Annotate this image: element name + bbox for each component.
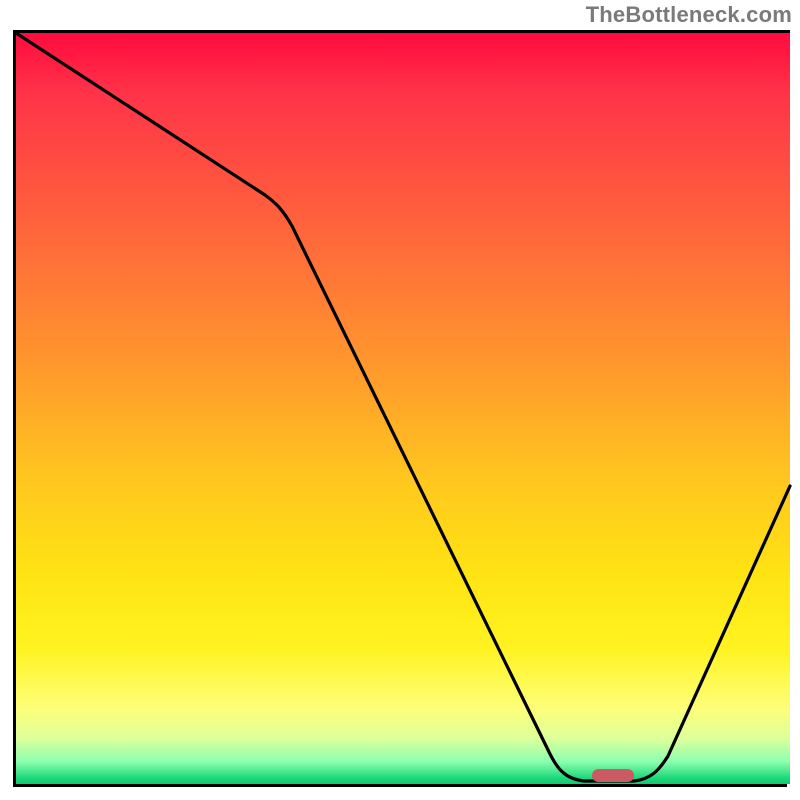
chart-top-border xyxy=(13,30,790,33)
chart-container: TheBottleneck.com xyxy=(0,0,800,800)
chart-axes xyxy=(13,30,787,787)
watermark-text: TheBottleneck.com xyxy=(586,2,792,28)
optimal-marker xyxy=(592,769,634,782)
